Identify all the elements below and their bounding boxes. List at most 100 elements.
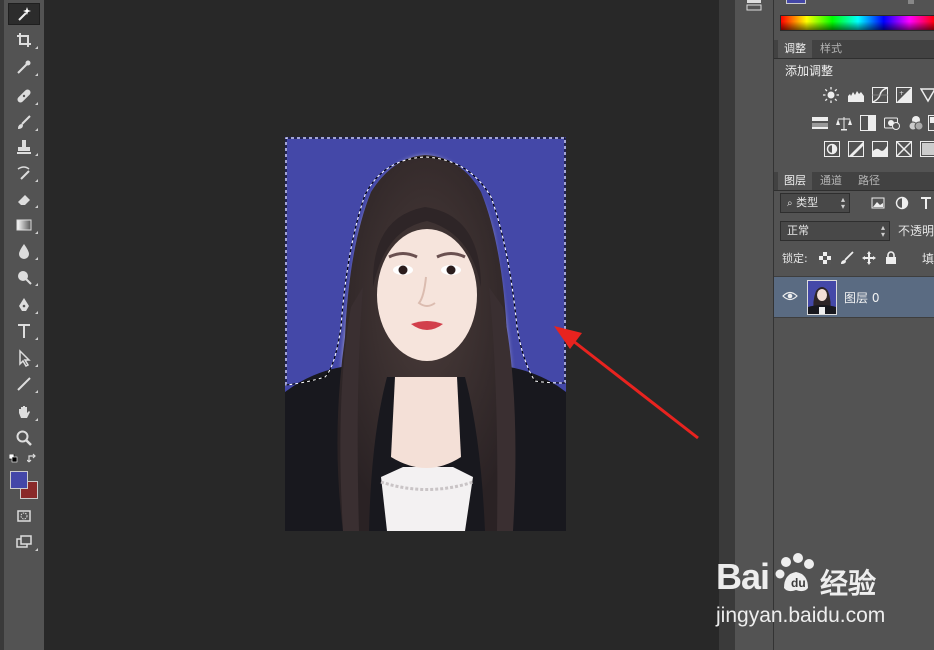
magic-wand-icon (18, 7, 31, 21)
annotation-arrow (554, 326, 699, 440)
type-filter-icon (921, 197, 931, 209)
tab-layers[interactable]: 图层 (778, 172, 812, 190)
layer-visibility-toggle[interactable] (782, 289, 798, 303)
brush-tool[interactable] (8, 111, 40, 133)
clone-stamp-icon (17, 140, 31, 154)
layer-row[interactable]: 图层 0 (774, 276, 934, 318)
quick-mask-button[interactable] (8, 505, 40, 527)
foreground-color-swatch[interactable] (10, 471, 28, 489)
lock-label: 锁定: (782, 252, 808, 265)
exposure-button[interactable]: + (896, 87, 912, 103)
filter-type-button[interactable] (918, 195, 934, 211)
watermark-brand-left: Bai (716, 556, 770, 597)
gradient-tool[interactable] (8, 214, 40, 236)
exposure-icon: + (896, 87, 912, 103)
screen-mode-icon (16, 535, 32, 548)
hand-icon (19, 406, 30, 418)
pen-tool[interactable] (8, 294, 40, 316)
vibrance-button[interactable] (920, 87, 934, 103)
healing-brush-tool[interactable] (8, 85, 40, 107)
document-canvas[interactable] (44, 0, 719, 650)
opacity-label: 不透明 (898, 224, 934, 238)
default-colors-icon[interactable] (9, 454, 18, 463)
move-icon (862, 251, 876, 265)
balance-icon (836, 117, 852, 131)
crop-icon (17, 33, 31, 47)
panel-toggle-icon (746, 0, 762, 11)
vibrance-icon (920, 88, 934, 103)
swap-colors-icon[interactable] (27, 453, 38, 464)
type-icon (18, 324, 30, 338)
portrait-image (285, 137, 566, 531)
baidu-jingyan-watermark: Bai du 经验 jingyan.baidu.com (716, 548, 926, 638)
filter-pixel-button[interactable] (870, 195, 886, 211)
lock-transparent-button[interactable] (818, 251, 832, 265)
hue-saturation-icon (812, 117, 828, 129)
tab-channels[interactable]: 通道 (814, 172, 848, 190)
blur-tool[interactable] (8, 240, 40, 262)
threshold-button[interactable] (872, 141, 888, 157)
eyedropper-tool[interactable] (8, 56, 40, 78)
tab-paths[interactable]: 路径 (852, 172, 886, 190)
healing-brush-icon (17, 89, 31, 103)
path-selection-icon (19, 349, 31, 367)
color-panel-scroll-thumb[interactable] (908, 0, 914, 4)
filter-adjustment-button[interactable] (894, 195, 910, 211)
zoom-tool[interactable] (8, 427, 40, 449)
layer-filter-value: 类型 (796, 196, 819, 209)
magic-wand-tool[interactable] (8, 3, 40, 25)
lock-all-button[interactable] (884, 251, 898, 265)
eraser-tool[interactable] (8, 188, 40, 210)
type-tool[interactable] (8, 320, 40, 342)
brush-lock-icon (841, 251, 854, 264)
lock-position-button[interactable] (862, 251, 876, 265)
history-brush-tool[interactable] (8, 162, 40, 184)
svg-text:+: + (899, 90, 904, 97)
clone-stamp-tool[interactable] (8, 136, 40, 158)
color-lookup-button[interactable] (928, 115, 934, 131)
select-arrows-icon: ▴ ▾ (840, 195, 845, 211)
crop-tool[interactable] (8, 29, 40, 51)
tab-adjustments[interactable]: 调整 (778, 40, 812, 58)
color-lookup-icon (928, 115, 934, 131)
color-spectrum-bar[interactable] (780, 15, 934, 31)
levels-button[interactable] (848, 87, 864, 103)
history-panel-button[interactable] (745, 0, 763, 12)
line-icon (17, 377, 31, 391)
brush-icon (18, 115, 31, 129)
line-tool[interactable] (8, 373, 40, 395)
tab-styles[interactable]: 样式 (814, 40, 848, 58)
brightness-contrast-button[interactable] (823, 87, 839, 103)
posterize-icon (848, 141, 864, 157)
screen-mode-button[interactable] (8, 531, 40, 553)
toolbar-edge (0, 0, 4, 650)
curves-button[interactable] (872, 87, 888, 103)
svg-text:du: du (791, 576, 806, 590)
color-balance-button[interactable] (836, 115, 852, 131)
blur-icon (19, 244, 29, 259)
levels-icon (848, 91, 864, 102)
hand-tool[interactable] (8, 401, 40, 423)
selective-color-button[interactable] (920, 141, 934, 157)
path-selection-tool[interactable] (8, 347, 40, 369)
dodge-tool[interactable] (8, 266, 40, 288)
layer-name[interactable]: 图层 0 (844, 289, 879, 306)
black-white-button[interactable] (860, 115, 876, 131)
gradient-map-icon (896, 141, 912, 157)
eyedropper-icon (17, 60, 31, 74)
quick-mask-icon (17, 510, 31, 522)
lock-pixels-button[interactable] (840, 251, 854, 265)
channel-mixer-button[interactable] (908, 115, 924, 131)
photo-filter-button[interactable] (884, 115, 900, 131)
posterize-button[interactable] (848, 141, 864, 157)
blend-mode-select[interactable]: 正常 ▴ ▾ (780, 221, 890, 241)
layer-filter-select[interactable]: ⌕ 类型 ▴ ▾ (780, 193, 850, 213)
lock-icon (886, 251, 896, 264)
gradient-icon (16, 219, 32, 231)
invert-button[interactable] (824, 141, 840, 157)
zoom-icon (16, 430, 32, 446)
image-icon (871, 197, 885, 209)
hue-saturation-button[interactable] (812, 115, 828, 131)
gradient-map-button[interactable] (896, 141, 912, 157)
color-panel-swatches[interactable] (786, 0, 806, 4)
